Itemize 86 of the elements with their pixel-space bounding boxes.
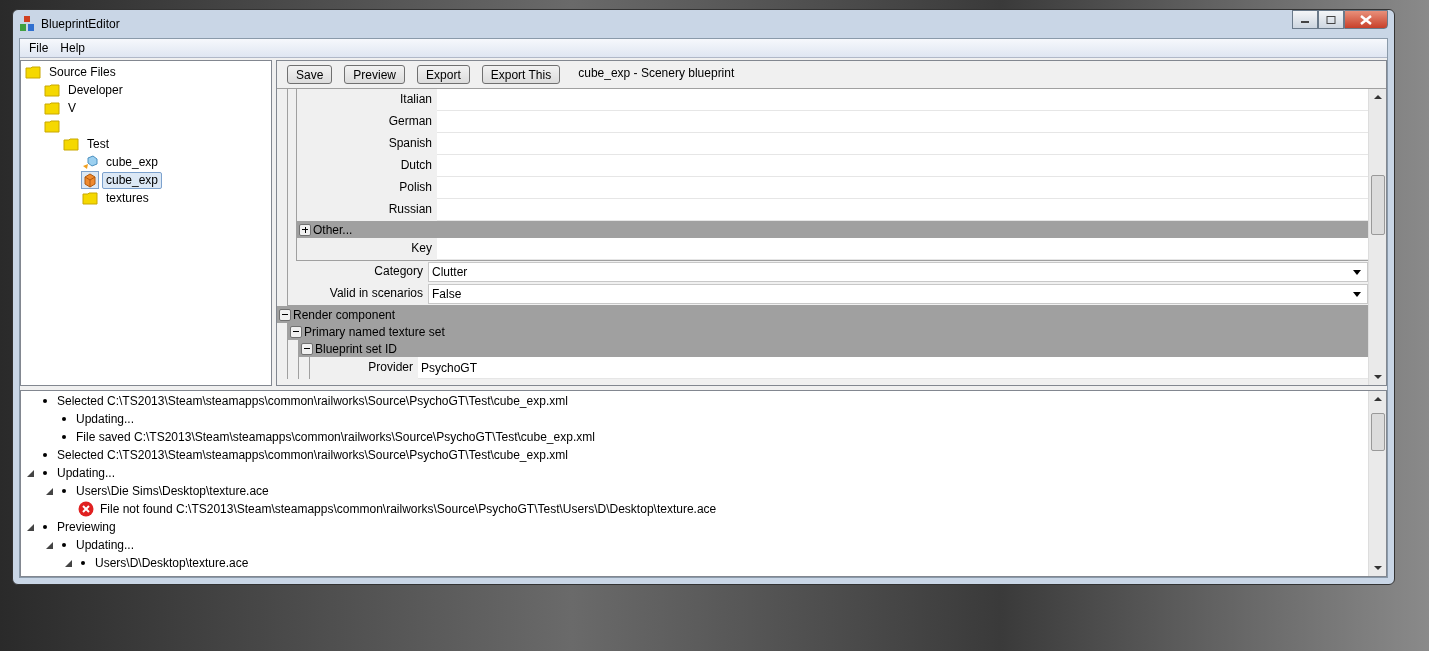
dropdown[interactable]: Clutter <box>428 262 1368 282</box>
log-entry: File saved C:\TS2013\Steam\steamapps\common\railworks\Source\PsychoGT\Test\cube_exp.xml <box>76 430 595 444</box>
tree-item[interactable]: cube_exp <box>102 171 163 189</box>
expanded-arrow-icon[interactable] <box>65 559 72 567</box>
text-field[interactable]: PsychoGT <box>418 357 1368 379</box>
log-entry: Updating... <box>57 466 116 480</box>
group-header: Render component <box>292 307 396 322</box>
tree-item[interactable]: textures <box>102 189 153 207</box>
cube-icon <box>82 172 98 188</box>
scrollbar[interactable] <box>1368 89 1386 385</box>
expand-toggle[interactable] <box>299 223 311 236</box>
dropdown-arrow-icon <box>1353 269 1361 275</box>
log-entry: Users\Die Sims\Desktop\texture.ace <box>76 484 269 498</box>
log-entry: Updating... <box>76 412 135 426</box>
text-field[interactable] <box>437 155 1368 177</box>
bullet-icon <box>62 489 66 493</box>
property-label: Valid in scenarios <box>328 285 424 302</box>
document-caption: cube_exp - Scenery blueprint <box>578 65 735 80</box>
property-label: German <box>387 113 433 130</box>
toolbar-button[interactable]: Preview <box>344 65 406 84</box>
collapse-toggle[interactable] <box>301 342 313 355</box>
property-label: Provider <box>367 359 414 376</box>
minimize-button[interactable] <box>1292 10 1318 29</box>
collapse-toggle[interactable] <box>290 325 302 338</box>
folder-icon <box>44 118 60 134</box>
folder-icon <box>44 100 60 116</box>
bullet-icon <box>81 561 85 565</box>
bullet-icon <box>62 543 66 547</box>
property-label: Spanish <box>387 135 433 152</box>
close-button[interactable] <box>1344 10 1388 29</box>
expanded-arrow-icon[interactable] <box>27 469 34 477</box>
property-label: Key <box>410 240 433 257</box>
menu-item[interactable]: File <box>23 41 55 55</box>
text-field[interactable] <box>437 199 1368 221</box>
text-field[interactable] <box>437 238 1368 260</box>
text-field[interactable] <box>437 89 1368 111</box>
folder-icon <box>82 190 98 206</box>
log-entry: File not found C:\TS2013\Steam\steamapps\common\railworks\Source\PsychoGT\Test\Users\D\Desktop\texture.ace <box>100 502 717 516</box>
bullet-icon <box>43 525 47 529</box>
text-field[interactable] <box>437 111 1368 133</box>
tree-item[interactable]: Test <box>83 135 113 153</box>
bullet-icon <box>43 453 47 457</box>
folder-icon <box>44 82 60 98</box>
maximize-button[interactable] <box>1318 10 1344 29</box>
log-entry: Updating... <box>76 538 135 552</box>
tree-item[interactable]: V <box>64 99 80 117</box>
bullet-icon <box>62 417 66 421</box>
toolbar-button[interactable]: Export <box>417 65 470 84</box>
property-label: Category <box>373 263 424 280</box>
dropdown[interactable]: False <box>428 284 1368 304</box>
log-entry: Previewing <box>57 520 116 534</box>
folder-icon <box>63 136 79 152</box>
menu-item[interactable]: Help <box>54 41 92 55</box>
tree-item[interactable]: Developer <box>64 81 127 99</box>
property-label: Dutch <box>399 157 433 174</box>
cube-with-arrow-icon <box>82 154 98 170</box>
collapse-toggle[interactable] <box>279 308 291 321</box>
expanded-arrow-icon[interactable] <box>27 523 34 531</box>
toolbar-button[interactable]: Export This <box>481 65 561 84</box>
property-label: Polish <box>398 179 433 196</box>
bullet-icon <box>62 435 66 439</box>
expanded-arrow-icon[interactable] <box>46 487 53 495</box>
property-label: Russian <box>387 201 433 218</box>
close-icon <box>1359 14 1373 25</box>
expanded-arrow-icon[interactable] <box>46 541 53 549</box>
property-label: Italian <box>398 91 433 108</box>
text-field[interactable] <box>437 177 1368 199</box>
dropdown-arrow-icon <box>1353 291 1361 297</box>
window-title: BlueprintEditor <box>41 17 120 31</box>
scrollbar[interactable] <box>1368 391 1386 576</box>
toolbar-button[interactable]: Save <box>287 65 333 84</box>
bullet-icon <box>43 399 47 403</box>
error-icon <box>78 501 94 517</box>
log-entry: Selected C:\TS2013\Steam\steamapps\common\railworks\Source\PsychoGT\Test\cube_exp.xml <box>57 448 568 462</box>
tree-item[interactable]: cube_exp <box>102 153 163 171</box>
bullet-icon <box>43 471 47 475</box>
text-field[interactable] <box>437 133 1368 155</box>
app-icon <box>19 16 35 32</box>
folder-icon <box>25 64 41 80</box>
maximize-icon <box>1326 15 1336 24</box>
group-header: Primary named texture set <box>303 324 445 339</box>
group-header: Blueprint set ID <box>314 341 398 356</box>
log-entry: Selected C:\TS2013\Steam\steamapps\common\railworks\Source\PsychoGT\Test\cube_exp.xml <box>57 394 568 408</box>
tree-item[interactable]: Source Files <box>45 63 120 81</box>
group-header: Other... <box>312 222 353 237</box>
log-entry: Users\D\Desktop\texture.ace <box>95 556 249 570</box>
